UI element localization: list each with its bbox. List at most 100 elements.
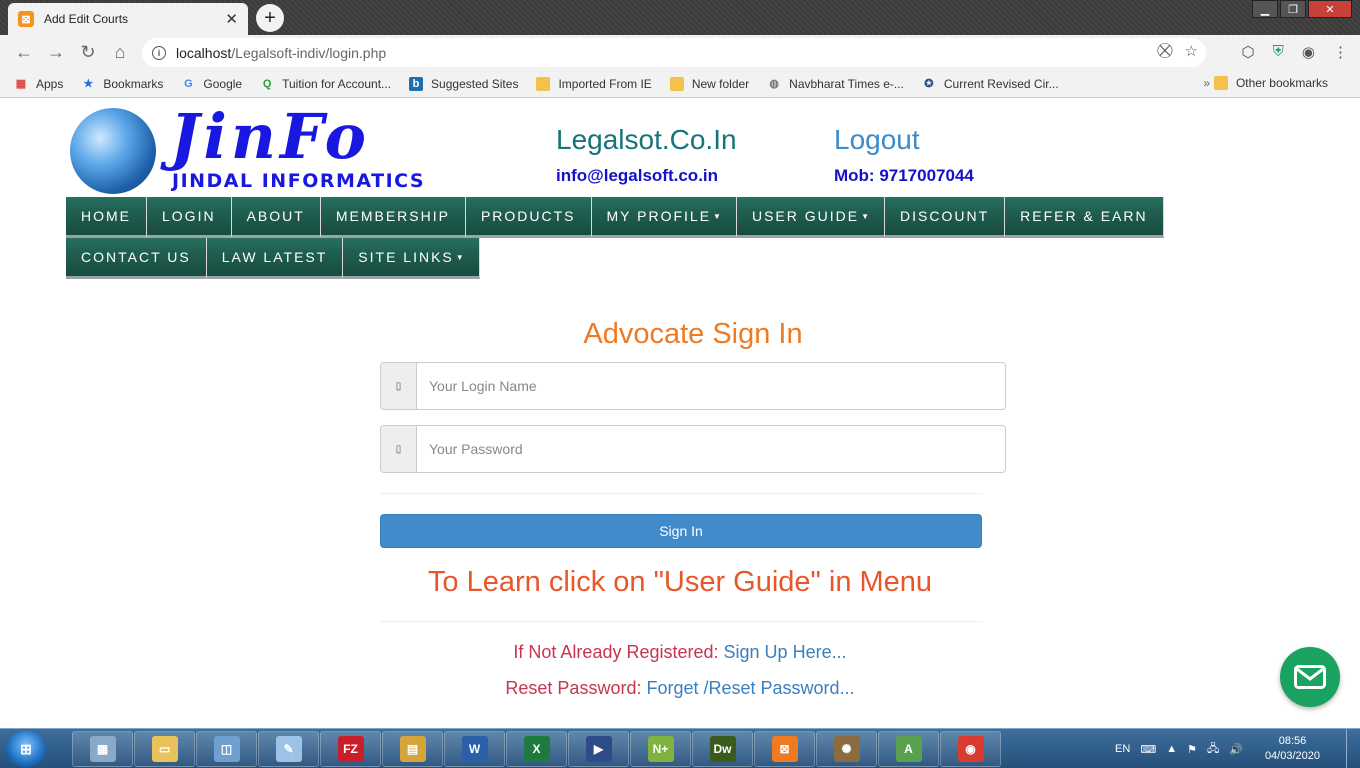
menu-contact-us[interactable]: CONTACT US: [66, 238, 207, 279]
word-icon: W: [461, 736, 488, 762]
menu-my-profile[interactable]: MY PROFILE ▼: [591, 197, 737, 238]
taskbar-app-button[interactable]: ⊠: [754, 731, 815, 767]
browser-titlebar: ⊠ Add Edit Courts ✕ + ▁ ❐ ✕: [0, 0, 1360, 35]
taskbar-app-button[interactable]: Dw: [692, 731, 753, 767]
bookmark-apps[interactable]: ▦ Apps: [14, 77, 64, 91]
network-icon[interactable]: 🖧: [1207, 740, 1219, 759]
bookmark-label: New folder: [691, 76, 750, 91]
menu-home[interactable]: HOME: [66, 197, 147, 238]
menu-label: CONTACT US: [81, 249, 191, 265]
notepad-plus-icon: N+: [647, 736, 674, 762]
bookmark-bookmarks[interactable]: ★ Bookmarks: [81, 77, 163, 91]
bookmarks-overflow-icon[interactable]: »: [1203, 76, 1210, 90]
taskbar-app-button[interactable]: ▶: [568, 731, 629, 767]
bookmark-google[interactable]: G Google: [181, 77, 242, 91]
globe-icon: ◍: [769, 78, 779, 90]
register-label: If Not Already Registered:: [513, 642, 719, 662]
folder-icon: [536, 76, 551, 91]
logo-subtitle: JINDAL INFORMATICS: [172, 170, 426, 192]
site-name: Legalsot.Co.In: [556, 124, 737, 155]
translate-blocked-icon[interactable]: ⛒: [1157, 42, 1172, 60]
dreamweaver-icon: Dw: [709, 736, 736, 762]
show-desktop-button[interactable]: [1346, 729, 1360, 768]
profile-avatar-icon[interactable]: ◉: [1302, 43, 1315, 61]
login-name-input[interactable]: [417, 363, 1005, 409]
sign-in-button[interactable]: Sign In: [380, 514, 982, 548]
browser-toolbar: ← → ↻ ⌂ i localhost/Legalsoft-indiv/logi…: [0, 35, 1360, 70]
taskbar-app-button[interactable]: ▦: [72, 731, 133, 767]
bookmark-suggested-sites[interactable]: b Suggested Sites: [409, 76, 518, 91]
menu-label: PRODUCTS: [480, 208, 576, 224]
extension-cube-icon[interactable]: ⬡: [1242, 43, 1255, 61]
language-indicator[interactable]: EN: [1115, 743, 1130, 755]
taskbar-app-button[interactable]: ◫: [196, 731, 257, 767]
action-center-flag-icon[interactable]: ⚑: [1187, 743, 1197, 756]
message-chat-button[interactable]: [1280, 647, 1340, 707]
bookmark-tuition[interactable]: Q Tuition for Account...: [260, 77, 391, 91]
bookmark-current-revised[interactable]: ✪ Current Revised Cir...: [922, 77, 1058, 91]
main-menu-row-1: HOME LOGIN ABOUT MEMBERSHIP PRODUCTS MY …: [66, 197, 1164, 238]
clock[interactable]: 08:56 04/03/2020: [1265, 734, 1320, 764]
forward-icon[interactable]: →: [42, 39, 70, 67]
taskbar-app-button[interactable]: N+: [630, 731, 691, 767]
keyboard-icon[interactable]: ⌨: [1140, 743, 1156, 756]
menu-discount[interactable]: DISCOUNT: [885, 197, 1006, 238]
menu-site-links[interactable]: SITE LINKS ▼: [343, 238, 480, 279]
taskbar-app-button[interactable]: W: [444, 731, 505, 767]
menu-refer-earn[interactable]: REFER & EARN: [1005, 197, 1164, 238]
taskbar-app-button[interactable]: X: [506, 731, 567, 767]
site-logo[interactable]: JinFo JINDAL INFORMATICS: [70, 100, 470, 194]
taskbar-app-button[interactable]: ▭: [134, 731, 195, 767]
shield-extension-icon[interactable]: ⛨: [1273, 43, 1284, 61]
taskbar-app-button[interactable]: FZ: [320, 731, 381, 767]
taskbar-app-button[interactable]: ✎: [258, 731, 319, 767]
taskbar-app-button[interactable]: ✺: [816, 731, 877, 767]
minimize-icon[interactable]: ▁: [1252, 0, 1278, 18]
bookmark-other[interactable]: Other bookmarks: [1213, 76, 1328, 90]
bookmark-star-icon[interactable]: ☆: [1185, 42, 1198, 60]
menu-products[interactable]: PRODUCTS: [465, 197, 592, 238]
menu-about[interactable]: ABOUT: [231, 197, 321, 238]
menu-login[interactable]: LOGIN: [147, 197, 232, 238]
reload-icon[interactable]: ↻: [74, 39, 102, 67]
filezilla-icon: FZ: [337, 736, 364, 762]
logout-link[interactable]: Logout: [834, 124, 920, 156]
taskbar-app-button[interactable]: ◉: [940, 731, 1001, 767]
menu-label: LOGIN: [162, 208, 216, 224]
restore-icon[interactable]: ❐: [1280, 0, 1306, 18]
menu-user-guide[interactable]: USER GUIDE ▼: [736, 197, 886, 238]
home-icon[interactable]: ⌂: [106, 39, 134, 67]
star-icon: ★: [83, 78, 94, 90]
start-button-icon[interactable]: ⊞: [6, 731, 46, 767]
tab-close-icon[interactable]: ✕: [225, 10, 238, 28]
menu-label: DISCOUNT: [900, 208, 990, 224]
bookmark-imported-from-ie[interactable]: Imported From IE: [536, 76, 652, 91]
sign-up-link[interactable]: Sign Up Here...: [724, 642, 847, 662]
menu-label: MY PROFILE: [606, 208, 712, 224]
address-bar[interactable]: i localhost/Legalsoft-indiv/login.php ⛒ …: [142, 38, 1206, 67]
menu-membership[interactable]: MEMBERSHIP: [320, 197, 466, 238]
paint-icon: ✺: [833, 736, 860, 762]
reset-password-link[interactable]: Forget /Reset Password...: [646, 678, 854, 698]
taskbar-app-button[interactable]: A: [878, 731, 939, 767]
bing-icon: b: [409, 76, 424, 91]
new-tab-button[interactable]: +: [256, 4, 284, 32]
folder-icon: [1213, 76, 1228, 90]
globe-logo-icon: [70, 108, 156, 194]
taskbar-app-button[interactable]: ▤: [382, 731, 443, 767]
notepad-icon: ✎: [275, 736, 302, 762]
browser-tab[interactable]: ⊠ Add Edit Courts ✕: [8, 3, 248, 35]
site-info-icon[interactable]: i: [152, 45, 166, 60]
password-input[interactable]: [417, 426, 1005, 472]
tray-expand-icon[interactable]: ▲: [1166, 743, 1177, 755]
close-window-icon[interactable]: ✕: [1308, 0, 1352, 18]
bookmark-label: Navbharat Times e-...: [789, 76, 904, 91]
url-host: localhost: [176, 44, 232, 61]
menu-law-latest[interactable]: LAW LATEST: [206, 238, 344, 279]
volume-icon[interactable]: 🔊: [1229, 743, 1243, 756]
menu-kebab-icon[interactable]: ⋮: [1333, 43, 1348, 61]
caret-down-icon: ▼: [861, 211, 870, 221]
bookmark-navbharat-times[interactable]: ◍ Navbharat Times e-...: [767, 77, 904, 91]
back-icon[interactable]: ←: [10, 39, 38, 67]
bookmark-new-folder[interactable]: New folder: [669, 76, 750, 91]
